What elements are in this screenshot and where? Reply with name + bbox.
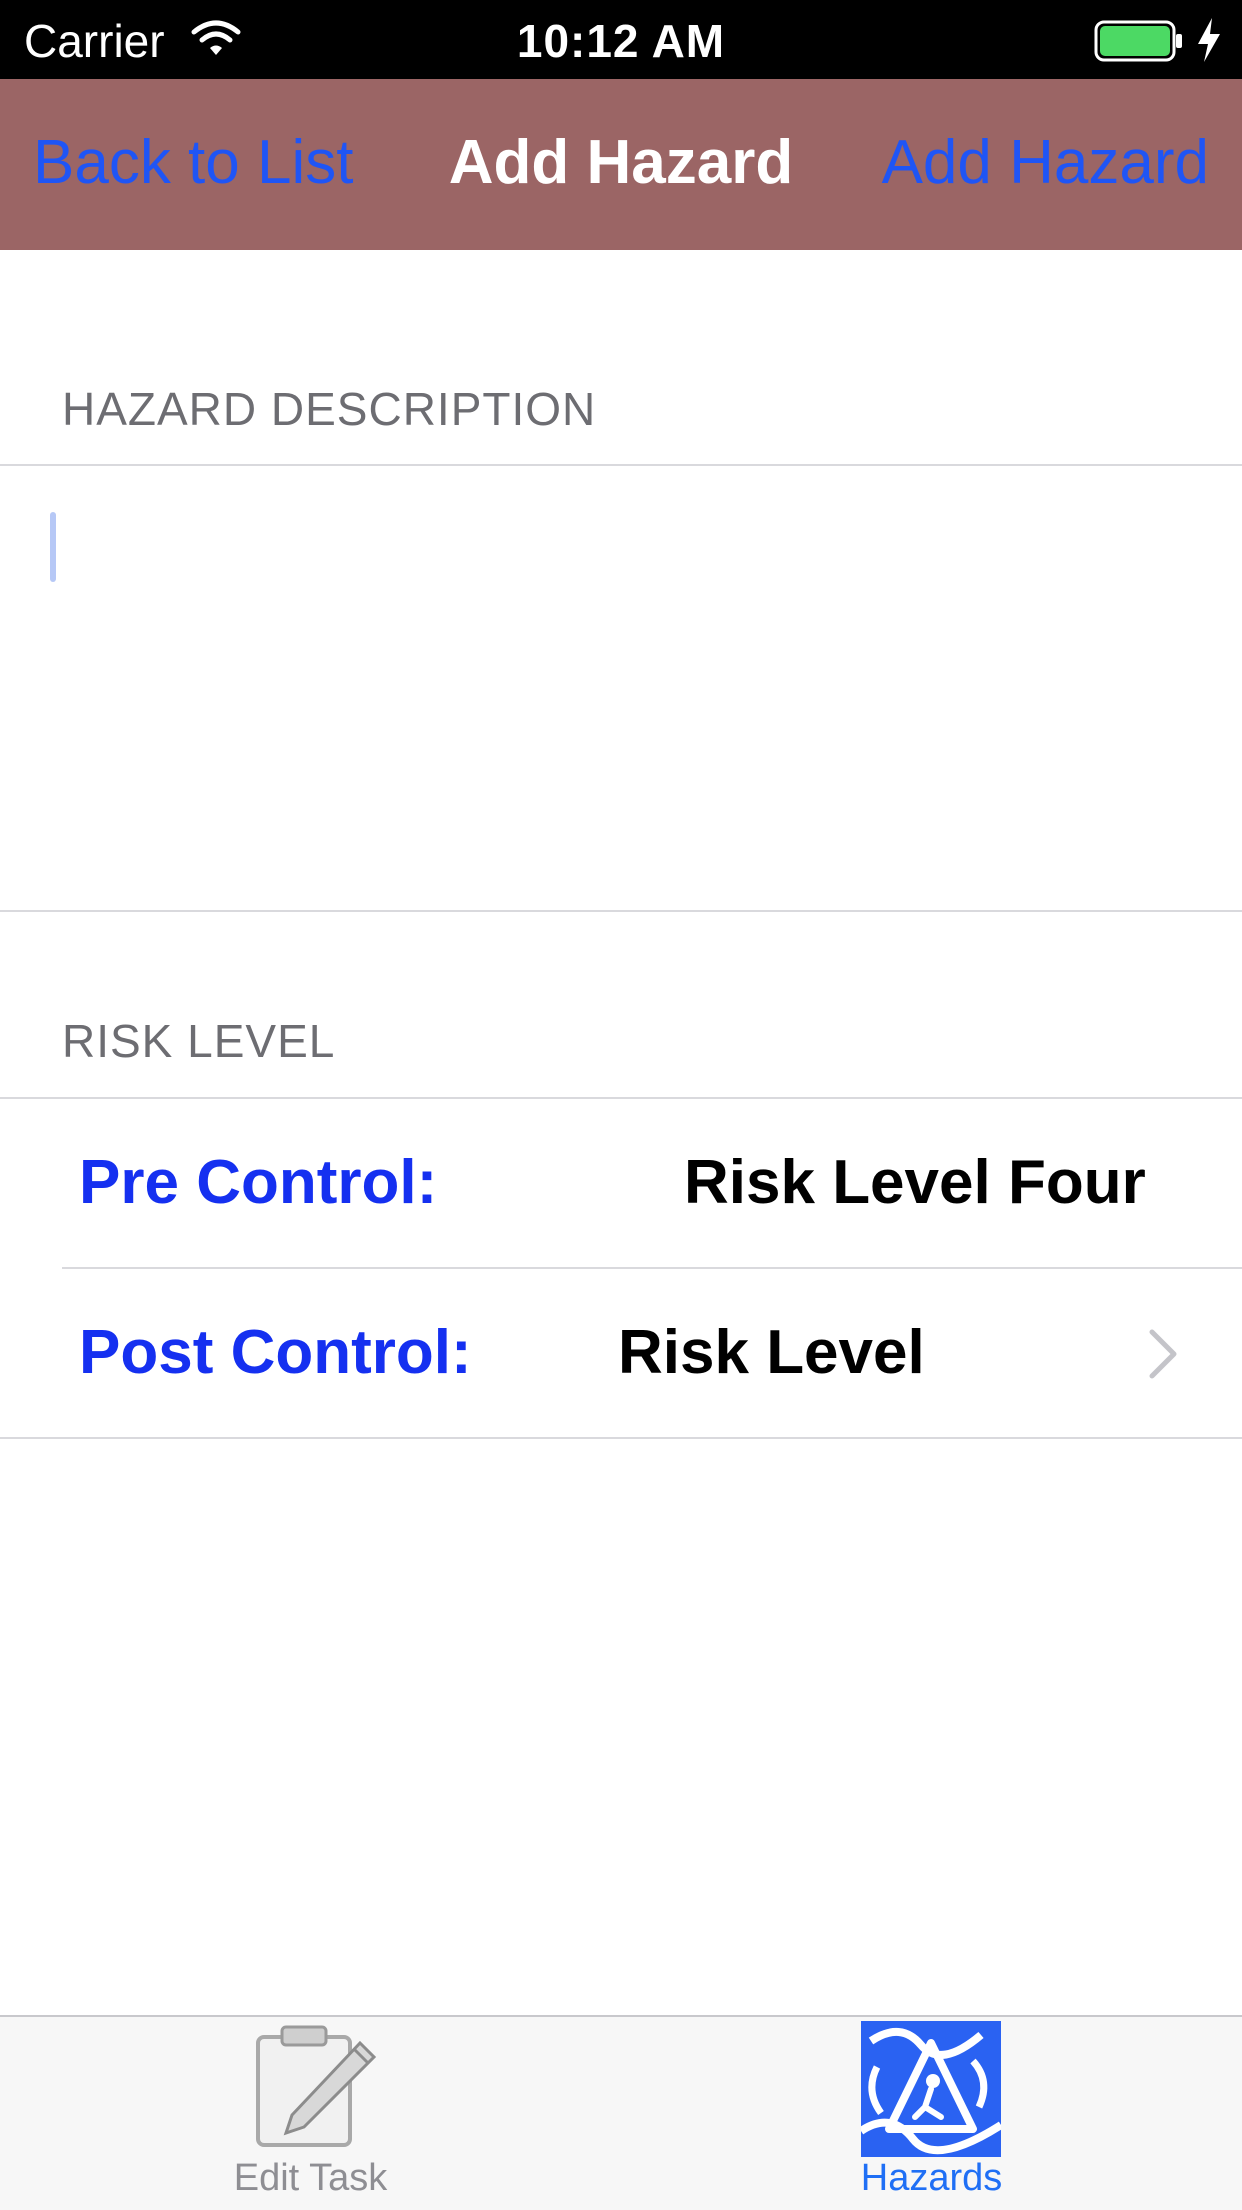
tab-bar: Edit Task Hazards xyxy=(0,2015,1242,2210)
hazard-description-header: HAZARD DESCRIPTION xyxy=(62,383,597,435)
tab-edit-task-label: Edit Task xyxy=(233,2157,388,2199)
pre-control-value: Risk Level Four xyxy=(684,1148,1146,1217)
tab-edit-task[interactable]: Edit Task xyxy=(0,2017,621,2210)
divider xyxy=(0,1437,1242,1439)
clipboard-pencil-icon xyxy=(256,2025,377,2147)
divider xyxy=(0,910,1242,912)
add-hazard-button[interactable]: Add Hazard xyxy=(882,127,1209,198)
tab-hazards-label: Hazards xyxy=(860,2157,1003,2199)
navigation-bar: Back to List Add Hazard Add Hazard xyxy=(0,79,1242,250)
chevron-right-icon xyxy=(1149,1329,1177,1379)
post-control-label: Post Control: xyxy=(79,1318,472,1387)
charging-bolt-icon xyxy=(1198,18,1220,62)
battery-icon xyxy=(1094,20,1182,62)
post-control-row[interactable]: Post Control: Risk Level xyxy=(0,1269,1242,1439)
pre-control-row[interactable]: Pre Control: Risk Level Four xyxy=(0,1099,1242,1269)
post-control-value: Risk Level xyxy=(618,1318,925,1387)
tab-hazards[interactable]: Hazards xyxy=(621,2017,1242,2210)
hazard-warning-icon xyxy=(861,2021,1001,2157)
hazard-description-input[interactable] xyxy=(0,466,1242,910)
risk-level-header: RISK LEVEL xyxy=(62,1015,336,1067)
pre-control-label: Pre Control: xyxy=(79,1148,438,1217)
status-bar: Carrier 10:12 AM xyxy=(0,0,1242,79)
text-cursor xyxy=(50,512,56,582)
status-time: 10:12 AM xyxy=(516,15,726,67)
